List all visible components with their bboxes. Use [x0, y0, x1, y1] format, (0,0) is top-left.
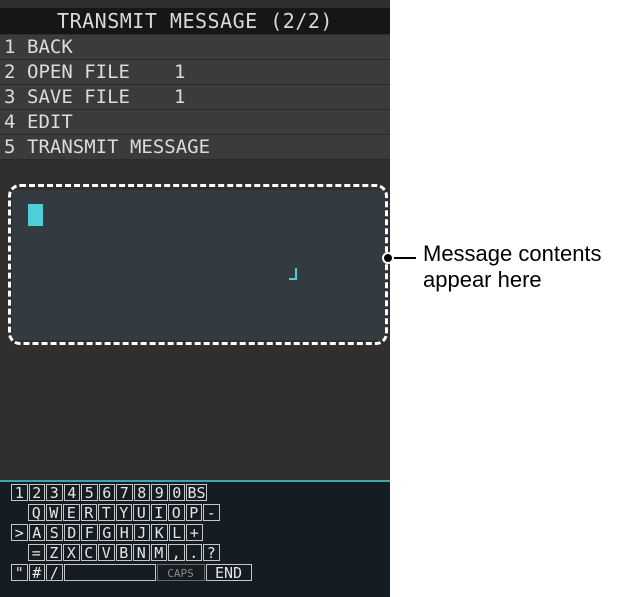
- menu-item-edit[interactable]: 4 EDIT: [0, 110, 390, 135]
- key-x34[interactable]: ": [11, 564, 28, 582]
- callout-text-line1: Message contents: [423, 241, 602, 266]
- message-area-highlight: [8, 184, 388, 345]
- key-4[interactable]: 4: [63, 484, 80, 502]
- key-o[interactable]: O: [168, 504, 185, 522]
- soft-keyboard: 1 2 3 4 5 6 7 8 9 0 BS Q W E R T Y U I O P - > A S D F G H J K L + = Z X C V B…: [0, 480, 390, 597]
- key-1[interactable]: 1: [11, 484, 28, 502]
- menu-item-number: 5: [4, 136, 16, 158]
- keyboard-border: [0, 480, 390, 482]
- callout-text-line2: appear here: [423, 267, 542, 292]
- menu-item-back[interactable]: 1 BACK: [0, 35, 390, 60]
- menu-item-label: TRANSMIT MESSAGE: [27, 136, 211, 158]
- key-e[interactable]: E: [63, 504, 80, 522]
- callout-text: Message contents appear here: [423, 241, 602, 293]
- key-m[interactable]: M: [150, 544, 167, 562]
- key-x45[interactable]: -: [203, 504, 220, 522]
- menu-item-label: OPEN FILE: [27, 61, 130, 83]
- menu-item-save-file[interactable]: 3 SAVE FILE 1: [0, 85, 390, 110]
- key-i[interactable]: I: [150, 504, 167, 522]
- menu-item-open-file[interactable]: 2 OPEN FILE 1: [0, 60, 390, 85]
- key-a[interactable]: A: [28, 524, 45, 542]
- key-end[interactable]: END: [205, 564, 252, 582]
- menu-item-number: 2: [4, 61, 16, 83]
- key-d[interactable]: D: [63, 524, 80, 542]
- key-p[interactable]: P: [185, 504, 202, 522]
- key-7[interactable]: 7: [116, 484, 133, 502]
- key-3[interactable]: 3: [46, 484, 63, 502]
- key-n[interactable]: N: [133, 544, 150, 562]
- key-l[interactable]: L: [168, 524, 185, 542]
- key-b[interactable]: B: [115, 544, 132, 562]
- key-x61[interactable]: =: [28, 544, 45, 562]
- key-bs[interactable]: BS: [186, 484, 207, 502]
- key-6[interactable]: 6: [98, 484, 115, 502]
- menu-item-label: BACK: [27, 36, 73, 58]
- key-x44[interactable]: ,: [168, 544, 185, 562]
- menu-item-number: 3: [4, 86, 16, 108]
- key-j[interactable]: J: [133, 524, 150, 542]
- key-caps[interactable]: CAPS: [156, 564, 205, 581]
- key-c[interactable]: C: [80, 544, 97, 562]
- menu-item-value: 1: [174, 86, 186, 108]
- page-title: TRANSMIT MESSAGE (2/2): [0, 8, 390, 34]
- menu-item-label: EDIT: [27, 111, 73, 133]
- key-u[interactable]: U: [133, 504, 150, 522]
- key-q[interactable]: Q: [28, 504, 45, 522]
- menu-item-number: 1: [4, 36, 16, 58]
- key-t[interactable]: T: [98, 504, 115, 522]
- callout-dot: [382, 252, 394, 264]
- menu-item-transmit-message[interactable]: 5 TRANSMIT MESSAGE: [0, 135, 390, 160]
- key-v[interactable]: V: [98, 544, 115, 562]
- key-z[interactable]: Z: [45, 544, 62, 562]
- key-x62[interactable]: >: [11, 524, 28, 542]
- key-x63[interactable]: ?: [203, 544, 220, 562]
- key-9[interactable]: 9: [151, 484, 168, 502]
- key-x47[interactable]: /: [46, 564, 63, 582]
- key-k[interactable]: K: [151, 524, 168, 542]
- menu-item-value: 1: [174, 61, 186, 83]
- key-2[interactable]: 2: [28, 484, 45, 502]
- key-x35[interactable]: #: [28, 564, 45, 582]
- key-h[interactable]: H: [116, 524, 133, 542]
- space-key[interactable]: [63, 564, 156, 581]
- menu-item-label: SAVE FILE: [27, 86, 130, 108]
- key-f[interactable]: F: [81, 524, 98, 542]
- menu-item-number: 4: [4, 111, 16, 133]
- key-s[interactable]: S: [46, 524, 63, 542]
- key-x[interactable]: X: [63, 544, 80, 562]
- key-8[interactable]: 8: [133, 484, 150, 502]
- key-y[interactable]: Y: [115, 504, 132, 522]
- key-x43[interactable]: +: [186, 524, 203, 542]
- key-0[interactable]: 0: [168, 484, 185, 502]
- key-w[interactable]: W: [45, 504, 62, 522]
- key-x46[interactable]: .: [185, 544, 202, 562]
- key-g[interactable]: G: [98, 524, 115, 542]
- key-r[interactable]: R: [80, 504, 97, 522]
- key-5[interactable]: 5: [81, 484, 98, 502]
